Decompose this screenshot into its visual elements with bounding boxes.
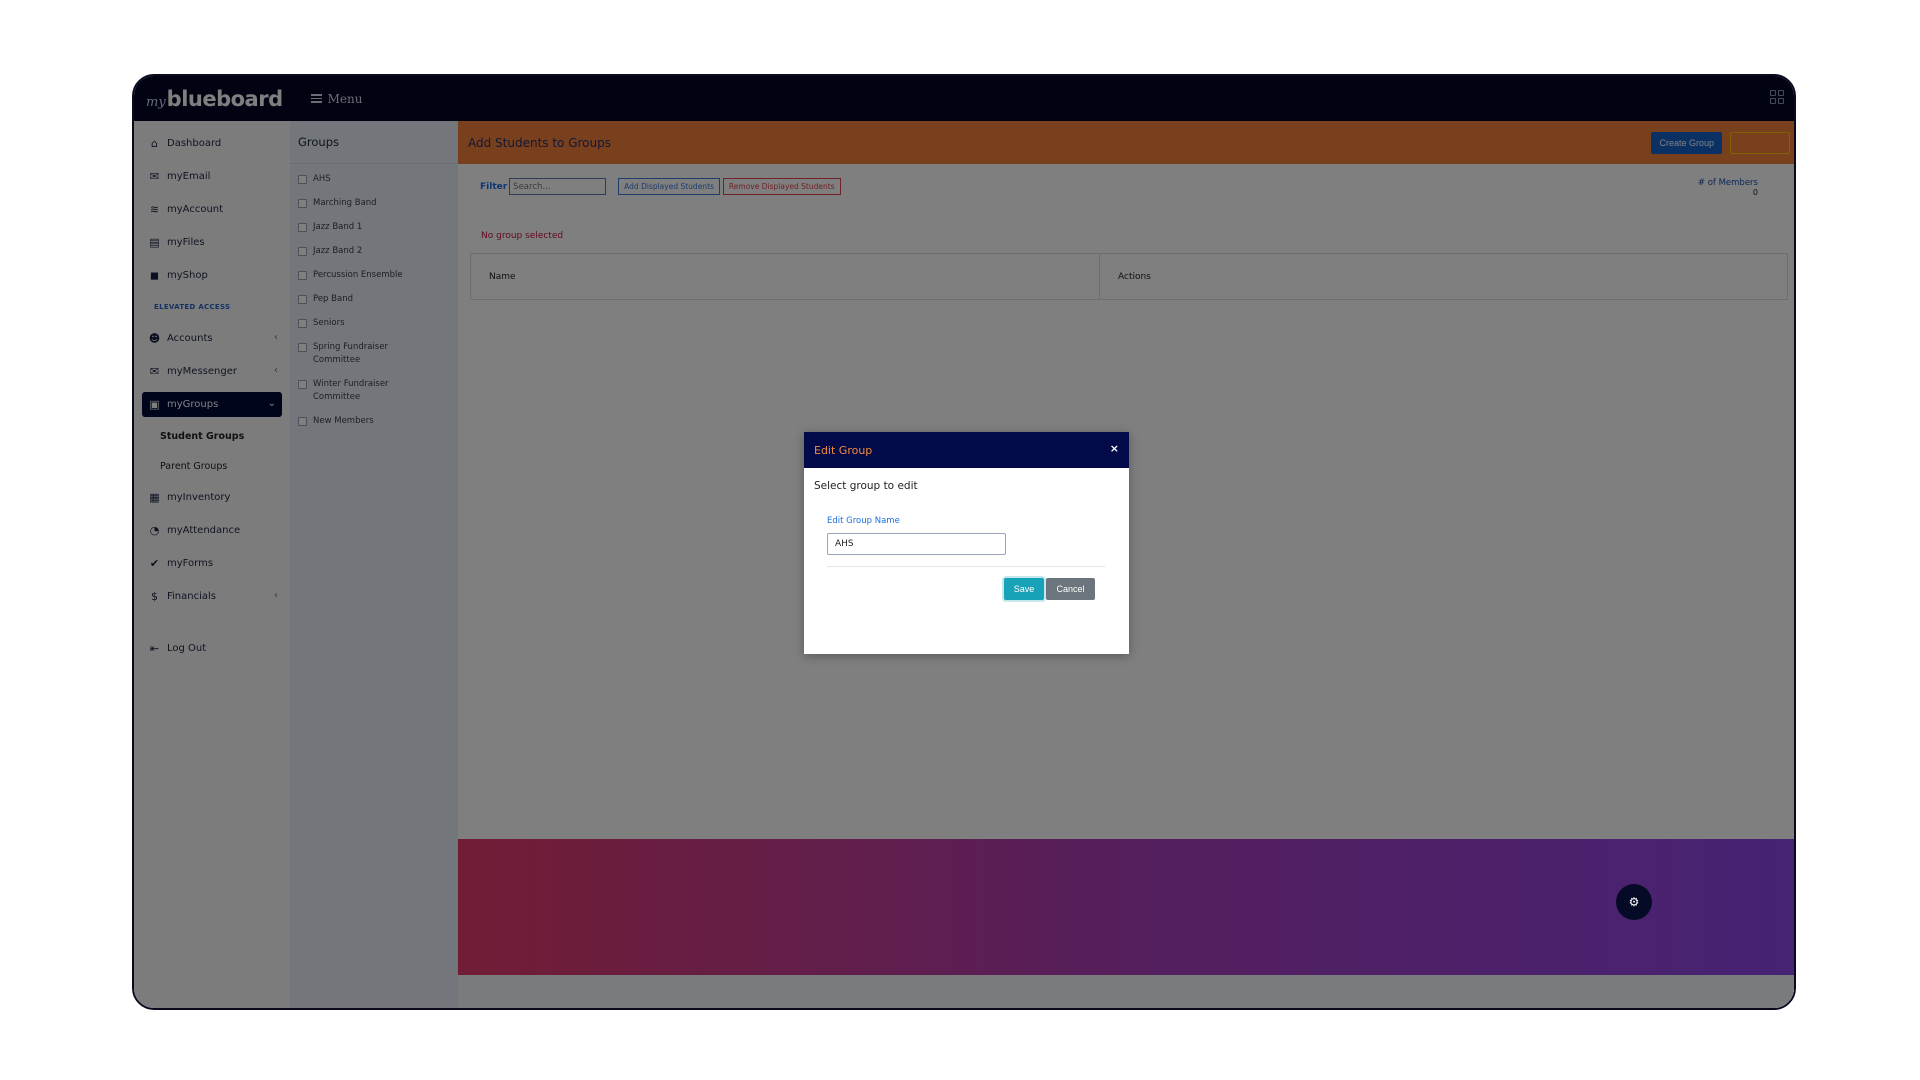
edit-group-modal: Edit Group × Select group to edit Edit G…	[804, 432, 1129, 654]
modal-header: Edit Group ×	[804, 432, 1129, 468]
edit-group-name-label: Edit Group Name	[827, 516, 900, 526]
modal-title: Edit Group	[814, 443, 873, 457]
cancel-button[interactable]: Cancel	[1046, 578, 1095, 600]
save-button[interactable]: Save	[1004, 578, 1044, 600]
modal-divider	[827, 566, 1105, 567]
edit-group-name-input[interactable]	[827, 533, 1006, 555]
settings-gear-icon[interactable]: ⚙	[1616, 884, 1652, 920]
close-icon[interactable]: ×	[1110, 442, 1119, 455]
modal-subtitle: Select group to edit	[814, 480, 918, 492]
